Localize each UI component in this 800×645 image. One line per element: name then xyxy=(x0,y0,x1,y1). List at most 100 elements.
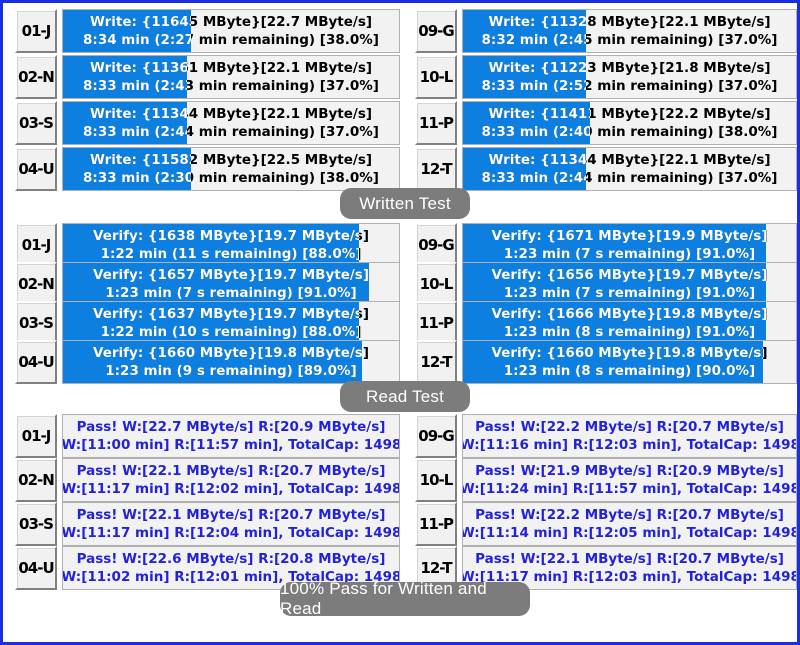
progress-bar: Write: {11361 MByte}[22.1 MByte/s] 8:33 m… xyxy=(62,55,400,99)
progress-bar-text-inverted: Write: {11645 MByte}[22.7 MByte/s] 8:34 m… xyxy=(63,10,191,52)
pass-line-1: Pass! W:[22.1 MByte/s] R:[20.7 MByte/s] xyxy=(76,507,386,523)
written-test-banner: Written Test xyxy=(340,188,470,219)
progress-line-2-inverted: 1:23 min (8 s remaining) [91.0%] xyxy=(503,324,756,340)
progress-bar-text-inverted: Verify: {1657 MByte}[19.7 MByte/s] 1:23 m… xyxy=(63,263,369,305)
progress-bar-filled-text-clip: Verify: {1638 MByte}[19.7 MByte/s] 1:22 m… xyxy=(63,224,359,266)
progress-bar-filled-text-clip: Verify: {1637 MByte}[19.7 MByte/s] 1:22 m… xyxy=(63,302,359,344)
summary-banner: 100% Pass for Written and Read xyxy=(280,579,530,618)
progress-bar: Verify: {1660 MByte}[19.8 MByte/s] 1:23 m… xyxy=(62,340,400,384)
pass-line-1: Pass! W:[22.2 MByte/s] R:[20.7 MByte/s] xyxy=(475,419,784,435)
slot-label-03-s: 03-S xyxy=(15,301,57,345)
progress-bar-filled-text-clip: Verify: {1671 MByte}[19.9 MByte/s] 1:23 m… xyxy=(463,224,767,266)
progress-bar: Verify: {1638 MByte}[19.7 MByte/s] 1:22 m… xyxy=(62,223,400,267)
slot-label-04-u: 04-U xyxy=(15,147,57,191)
write-test-panel: 01-J Write: {11645 MByte}[22.7 MByte/s] 8:… xyxy=(6,6,797,194)
progress-bar-filled-text-clip: Write: {11223 MByte}[21.8 MByte/s] 8:33 m… xyxy=(463,56,587,98)
progress-bar: Write: {11328 MByte}[22.1 MByte/s] 8:32 m… xyxy=(462,9,797,53)
pass-result-box: Pass! W:[22.1 MByte/s] R:[20.7 MByte/s]:… xyxy=(62,502,400,546)
pass-line-2: : W:[11:17 min] R:[12:04 min], TotalCap:… xyxy=(62,525,400,541)
slot-label-03-s: 03-S xyxy=(15,101,57,145)
progress-bar-text-inverted: Verify: {1671 MByte}[19.9 MByte/s] 1:23 m… xyxy=(463,224,767,266)
progress-bar: Write: {11582 MByte}[22.5 MByte/s] 8:33 m… xyxy=(62,147,400,191)
progress-line-2-inverted: 8:33 min (2:40 min remaining) [38.0%] xyxy=(481,124,590,140)
progress-row: 11-P Write: {11411 MByte}[22.2 MByte/s] 8:… xyxy=(415,101,797,145)
pass-line-1: Pass! W:[22.1 MByte/s] R:[20.7 MByte/s] xyxy=(475,551,784,567)
progress-bar: Write: {11344 MByte}[22.1 MByte/s] 8:33 m… xyxy=(462,147,797,191)
progress-bar: Verify: {1656 MByte}[19.7 MByte/s] 1:23 m… xyxy=(462,262,797,306)
progress-bar-filled-text-clip: Write: {11582 MByte}[22.5 MByte/s] 8:33 m… xyxy=(63,148,191,190)
slot-label-11-p: 11-P xyxy=(415,101,457,145)
progress-bar-filled-text-clip: Verify: {1660 MByte}[19.8 MByte/s] 1:23 m… xyxy=(463,341,763,383)
progress-row: 10-L Write: {11223 MByte}[21.8 MByte/s] 8:… xyxy=(415,55,797,99)
progress-bar: Verify: {1637 MByte}[19.7 MByte/s] 1:22 m… xyxy=(62,301,400,345)
pass-result-box: Pass! W:[22.1 MByte/s] R:[20.7 MByte/s]:… xyxy=(62,458,400,502)
progress-bar-text-inverted: Verify: {1666 MByte}[19.8 MByte/s] 1:23 m… xyxy=(463,302,767,344)
pass-line-2: : W:[11:00 min] R:[11:57 min], TotalCap:… xyxy=(62,437,400,453)
progress-line-1-inverted: Verify: {1637 MByte}[19.7 MByte/s] xyxy=(93,306,359,322)
progress-bar-filled-text-clip: Verify: {1666 MByte}[19.8 MByte/s] 1:23 m… xyxy=(463,302,767,344)
slot-label-09-g: 09-G xyxy=(415,9,457,53)
slot-label-11-p: 11-P xyxy=(415,502,457,546)
progress-line-1-inverted: Write: {11361 MByte}[22.1 MByte/s] xyxy=(89,60,187,76)
progress-row: 04-U Write: {11582 MByte}[22.5 MByte/s] 8:… xyxy=(15,147,400,191)
progress-line-1-inverted: Verify: {1660 MByte}[19.8 MByte/s] xyxy=(491,345,763,361)
slot-label-10-l: 10-L xyxy=(415,458,457,502)
progress-line-1-inverted: Write: {11223 MByte}[21.8 MByte/s] xyxy=(488,60,586,76)
pass-line-1: Pass! W:[22.7 MByte/s] R:[20.9 MByte/s] xyxy=(76,419,386,435)
pass-summary-panel: 01-J Pass! W:[22.7 MByte/s] R:[20.9 MByte… xyxy=(6,411,797,590)
pass-line-2: : W:[11:17 min] R:[12:02 min], TotalCap:… xyxy=(62,481,400,497)
slot-label-04-u: 04-U xyxy=(15,546,57,590)
pass-row: 03-S Pass! W:[22.1 MByte/s] R:[20.7 MByte… xyxy=(15,502,400,546)
progress-bar: Write: {11344 MByte}[22.1 MByte/s] 8:33 m… xyxy=(62,101,400,145)
pass-result-box: Pass! W:[22.2 MByte/s] R:[20.7 MByte/s]:… xyxy=(462,414,797,458)
progress-line-2-inverted: 8:33 min (2:44 min remaining) [37.0%] xyxy=(481,170,587,186)
progress-bar-text-inverted: Write: {11582 MByte}[22.5 MByte/s] 8:33 m… xyxy=(63,148,191,190)
progress-bar: Write: {11223 MByte}[21.8 MByte/s] 8:33 m… xyxy=(462,55,797,99)
slot-label-11-p: 11-P xyxy=(415,301,457,345)
progress-row: 01-J Verify: {1638 MByte}[19.7 MByte/s] 1:… xyxy=(15,223,400,267)
read-test-panel: 01-J Verify: {1638 MByte}[19.7 MByte/s] 1:… xyxy=(6,219,797,384)
progress-bar-text-inverted: Write: {11344 MByte}[22.1 MByte/s] 8:33 m… xyxy=(463,148,587,190)
progress-bar-filled-text-clip: Write: {11344 MByte}[22.1 MByte/s] 8:33 m… xyxy=(463,148,587,190)
slot-label-02-n: 02-N xyxy=(15,262,57,306)
slot-label-09-g: 09-G xyxy=(415,414,457,458)
progress-line-2-inverted: 1:23 min (7 s remaining) [91.0%] xyxy=(503,246,756,262)
progress-row: 01-J Write: {11645 MByte}[22.7 MByte/s] 8:… xyxy=(15,9,400,53)
summary-banner-label: 100% Pass for Written and Read xyxy=(280,579,487,618)
slot-label-04-u: 04-U xyxy=(15,340,57,384)
progress-bar-filled-text-clip: Write: {11411 MByte}[22.2 MByte/s] 8:33 m… xyxy=(463,102,590,144)
progress-bar: Verify: {1657 MByte}[19.7 MByte/s] 1:23 m… xyxy=(62,262,400,306)
progress-line-1-inverted: Write: {11411 MByte}[22.2 MByte/s] xyxy=(488,106,589,122)
pass-row: 01-J Pass! W:[22.7 MByte/s] R:[20.9 MByte… xyxy=(15,414,400,458)
progress-row: 09-G Verify: {1671 MByte}[19.9 MByte/s] 1:… xyxy=(415,223,797,267)
progress-bar-text-inverted: Verify: {1660 MByte}[19.8 MByte/s] 1:23 m… xyxy=(63,341,362,383)
progress-row: 04-U Verify: {1660 MByte}[19.8 MByte/s] 1:… xyxy=(15,340,400,384)
progress-bar: Write: {11411 MByte}[22.2 MByte/s] 8:33 m… xyxy=(462,101,797,145)
progress-bar-text-inverted: Write: {11328 MByte}[22.1 MByte/s] 8:32 m… xyxy=(463,10,587,52)
read-test-banner: Read Test xyxy=(340,381,470,412)
progress-line-1-inverted: Write: {11344 MByte}[22.1 MByte/s] xyxy=(488,152,586,168)
pass-line-2: : W:[11:24 min] R:[11:57 min], TotalCap:… xyxy=(462,481,797,497)
progress-bar-text-inverted: Verify: {1656 MByte}[19.7 MByte/s] 1:23 m… xyxy=(463,263,767,305)
slot-label-02-n: 02-N xyxy=(15,55,57,99)
progress-bar-filled-text-clip: Write: {11645 MByte}[22.7 MByte/s] 8:34 m… xyxy=(63,10,191,52)
progress-line-1-inverted: Verify: {1657 MByte}[19.7 MByte/s] xyxy=(93,267,369,283)
pass-row: 09-G Pass! W:[22.2 MByte/s] R:[20.7 MByte… xyxy=(415,414,797,458)
progress-bar: Verify: {1671 MByte}[19.9 MByte/s] 1:23 m… xyxy=(462,223,797,267)
slot-label-01-j: 01-J xyxy=(15,9,57,53)
progress-line-2-inverted: 1:23 min (7 s remaining) [91.0%] xyxy=(503,285,756,301)
progress-line-1-inverted: Write: {11328 MByte}[22.1 MByte/s] xyxy=(488,14,586,30)
progress-line-2-inverted: 1:23 min (9 s remaining) [89.0%] xyxy=(105,363,357,379)
slot-label-09-g: 09-G xyxy=(415,223,457,267)
progress-line-1-inverted: Write: {11582 MByte}[22.5 MByte/s] xyxy=(89,152,191,168)
progress-row: 03-S Write: {11344 MByte}[22.1 MByte/s] 8:… xyxy=(15,101,400,145)
progress-bar-filled-text-clip: Verify: {1660 MByte}[19.8 MByte/s] 1:23 m… xyxy=(63,341,362,383)
progress-bar: Verify: {1660 MByte}[19.8 MByte/s] 1:23 m… xyxy=(462,340,797,384)
pass-line-1: Pass! W:[21.9 MByte/s] R:[20.9 MByte/s] xyxy=(475,463,784,479)
slot-label-03-s: 03-S xyxy=(15,502,57,546)
progress-line-1-inverted: Verify: {1666 MByte}[19.8 MByte/s] xyxy=(491,306,767,322)
progress-bar-filled-text-clip: Write: {11328 MByte}[22.1 MByte/s] 8:32 m… xyxy=(463,10,587,52)
pass-line-1: Pass! W:[22.2 MByte/s] R:[20.7 MByte/s] xyxy=(475,507,784,523)
slot-label-02-n: 02-N xyxy=(15,458,57,502)
pass-row: 02-N Pass! W:[22.1 MByte/s] R:[20.7 MByte… xyxy=(15,458,400,502)
